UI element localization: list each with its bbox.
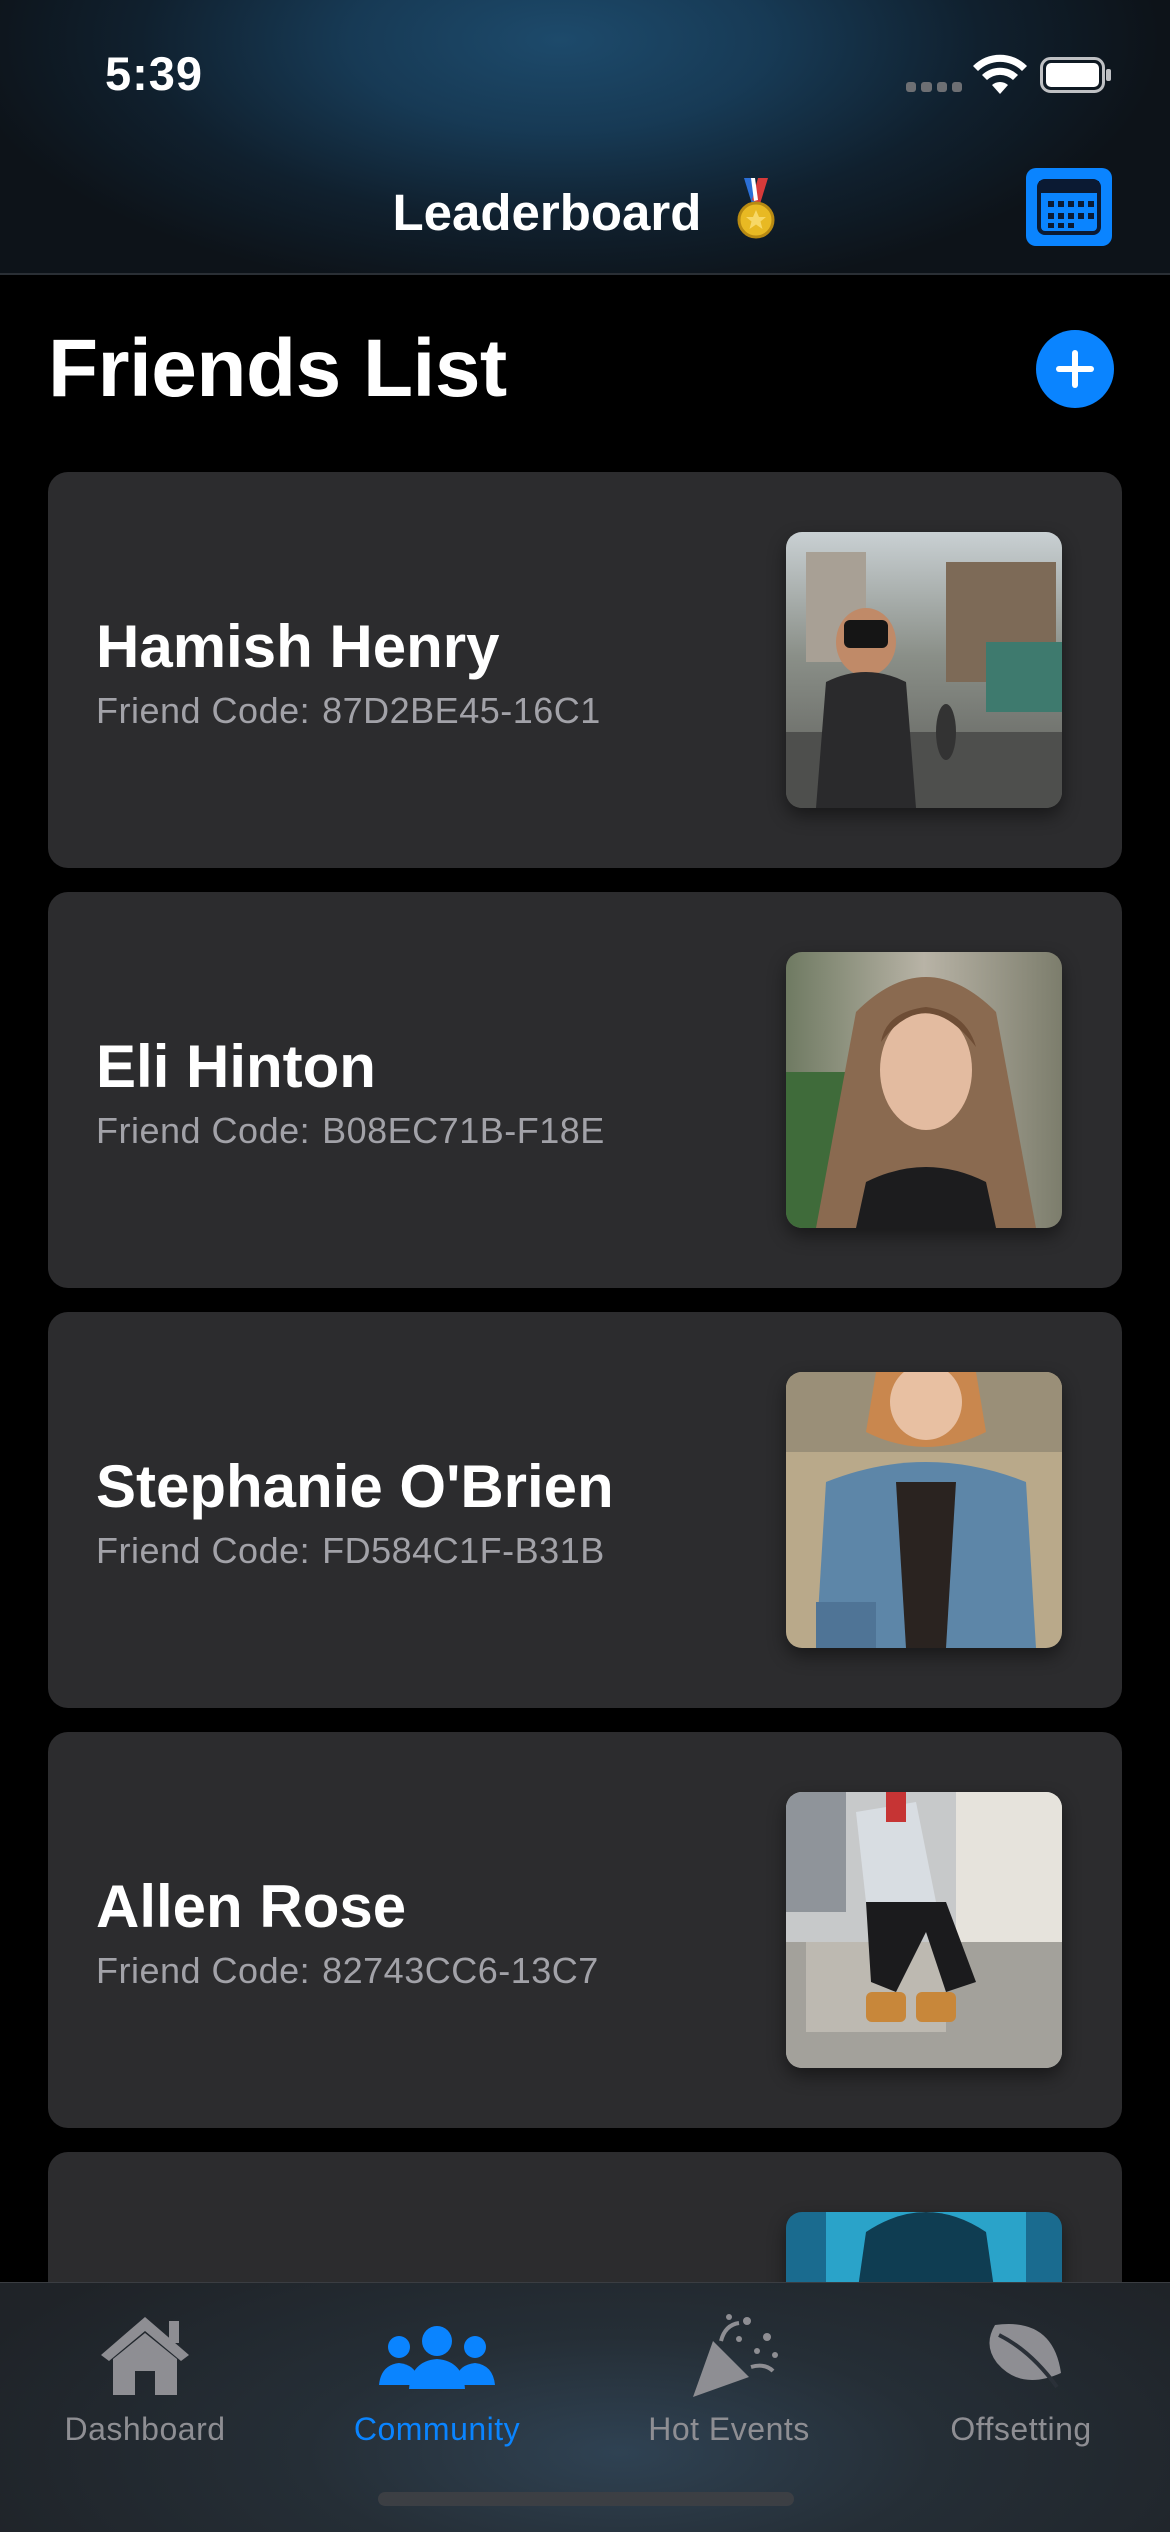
friend-code: Friend Code: B08EC71B-F18E xyxy=(96,1110,605,1151)
add-friend-button[interactable] xyxy=(1036,330,1114,408)
plus-icon xyxy=(1056,350,1094,388)
navigation-bar: Leaderboard xyxy=(0,160,1170,250)
battery-icon xyxy=(1040,57,1111,93)
status-bar: 5:39 xyxy=(0,0,1170,150)
friends-list: Hamish Henry Friend Code: 87D2BE45-16C1 E… xyxy=(48,472,1122,2532)
friend-avatar xyxy=(786,1792,1062,2068)
wifi-icon xyxy=(973,54,1027,94)
medal-icon xyxy=(737,178,775,239)
friend-card[interactable]: Hamish Henry Friend Code: 87D2BE45-16C1 xyxy=(48,472,1122,868)
friend-avatar xyxy=(786,952,1062,1228)
friend-code: Friend Code: 82743CC6-13C7 xyxy=(96,1950,599,1991)
tab-dashboard[interactable]: Dashboard xyxy=(0,2301,290,2461)
friend-name: Stephanie O'Brien xyxy=(96,1453,614,1520)
leaf-icon xyxy=(989,2324,1061,2389)
tab-offsetting[interactable]: Offsetting xyxy=(876,2301,1166,2461)
nav-title: Leaderboard xyxy=(0,178,1170,242)
tab-label: Hot Events xyxy=(648,2411,810,2447)
tab-community[interactable]: Community xyxy=(292,2301,582,2461)
friend-name: Eli Hinton xyxy=(96,1033,376,1100)
tab-label: Dashboard xyxy=(64,2411,226,2447)
friend-name: Hamish Henry xyxy=(96,613,500,680)
house-icon xyxy=(101,2317,189,2395)
friend-card[interactable]: Stephanie O'Brien Friend Code: FD584C1F-B… xyxy=(48,1312,1122,1708)
friend-card[interactable]: Allen Rose Friend Code: 82743CC6-13C7 xyxy=(48,1732,1122,2128)
status-time: 5:39 xyxy=(105,47,204,100)
home-indicator[interactable] xyxy=(378,2492,794,2506)
friend-avatar xyxy=(786,1372,1062,1648)
calendar-icon xyxy=(1037,179,1101,235)
cellular-signal-icon xyxy=(906,82,962,94)
tab-label: Offsetting xyxy=(950,2411,1092,2447)
friend-code: Friend Code: FD584C1F-B31B xyxy=(96,1530,605,1571)
calendar-button[interactable] xyxy=(1026,168,1112,246)
friend-name: Allen Rose xyxy=(96,1873,407,1940)
party-popper-icon xyxy=(693,2314,778,2397)
header: 5:39 Leaderboard xyxy=(0,0,1170,275)
nav-title-text: Leaderboard xyxy=(392,184,702,241)
tab-hot-events[interactable]: Hot Events xyxy=(584,2301,874,2461)
friend-card[interactable]: Eli Hinton Friend Code: B08EC71B-F18E xyxy=(48,892,1122,1288)
friend-code: Friend Code: 87D2BE45-16C1 xyxy=(96,690,601,731)
tab-label: Community xyxy=(353,2411,521,2447)
people-icon xyxy=(379,2326,495,2389)
section-title: Friends List xyxy=(48,323,507,414)
friend-avatar xyxy=(786,532,1062,808)
